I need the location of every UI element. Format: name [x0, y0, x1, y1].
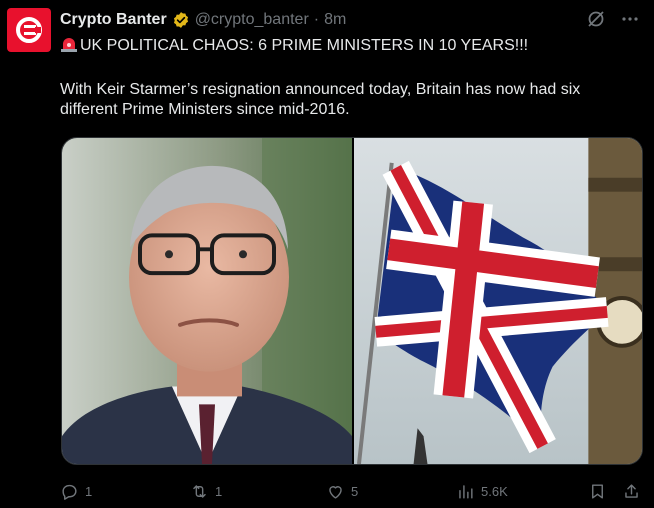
like-count: 5	[351, 483, 359, 499]
views-chart-icon	[459, 484, 473, 499]
view-count: 5.6K	[481, 483, 508, 499]
union-jack-flag-photo-icon	[354, 138, 642, 464]
top-actions	[586, 9, 640, 34]
post-time[interactable]: 8m	[324, 11, 346, 29]
separator-dot: ·	[313, 11, 320, 28]
reply-icon	[62, 484, 77, 500]
reply-count: 1	[85, 483, 93, 499]
action-bar: 1 1 5 5.6K	[60, 480, 644, 502]
portrait-photo[interactable]	[62, 138, 352, 464]
siren-emoji-icon	[60, 36, 78, 52]
heart-icon	[329, 485, 342, 499]
grok-icon[interactable]	[586, 9, 606, 34]
author-name[interactable]: Crypto Banter	[60, 11, 167, 29]
post-headline: UK POLITICAL CHAOS: 6 PRIME MINISTERS IN…	[80, 37, 529, 54]
post-body: With Keir Starmer’s resignation announce…	[60, 81, 581, 118]
media-grid	[61, 137, 643, 465]
repost-icon	[193, 484, 206, 498]
like-button[interactable]: 5	[326, 482, 358, 501]
post-header: Crypto Banter @crypto_banter · 8m	[60, 10, 346, 30]
crypto-banter-logo-icon	[16, 17, 42, 43]
verified-badge-icon[interactable]	[172, 11, 190, 29]
portrait-photo-icon	[62, 138, 352, 464]
more-options-icon[interactable]	[620, 9, 640, 34]
bookmark-icon	[592, 483, 603, 499]
views-button[interactable]: 5.6K	[456, 482, 508, 501]
repost-count: 1	[215, 483, 223, 499]
share-icon	[625, 483, 638, 498]
bookmark-button[interactable]	[588, 482, 607, 501]
repost-button[interactable]: 1	[190, 482, 222, 501]
author-handle[interactable]: @crypto_banter	[195, 11, 309, 29]
union-jack-flag-photo[interactable]	[354, 138, 642, 464]
post-headline-line: UK POLITICAL CHAOS: 6 PRIME MINISTERS IN…	[60, 36, 528, 56]
reply-button[interactable]: 1	[60, 482, 92, 501]
avatar[interactable]	[7, 8, 51, 52]
share-button[interactable]	[622, 482, 641, 501]
